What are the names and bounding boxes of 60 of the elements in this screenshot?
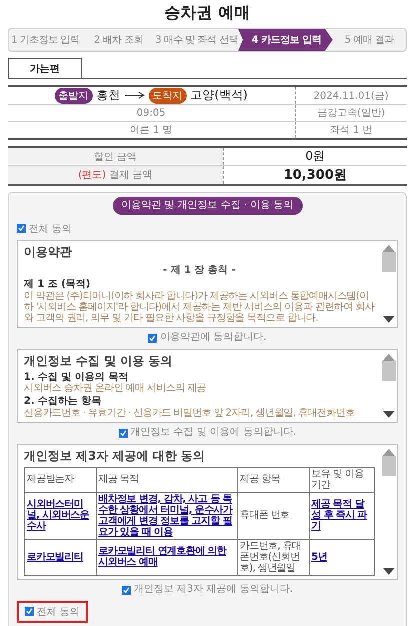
article-heading: 제 1 조 (목적)	[24, 279, 92, 290]
step-tab[interactable]: 1 기초정보 입력	[9, 29, 82, 51]
step-tab[interactable]: 2 배차 조회	[82, 29, 156, 51]
terms-paragraph: 이 약관은 (주)티머니(이하 회사라 합니다)가 제공하는 시외버스 통합예매시스템(이하 '시외버스 홈페이지'라 합니다)에서 제공하는 제반 서비스의 이용과 관련하여 회사와 고객의 권리, 의무 및 기타 필요한 사항을 규정함을 목적으로 합니다.	[24, 290, 375, 324]
table-cell: 카드번호, 휴대폰번호(신회번호), 생년월일	[238, 539, 309, 575]
table-header: 보유 및 이용기간	[309, 467, 374, 492]
table-link[interactable]: 시외버스터미널, 시외버스운수사	[24, 492, 96, 539]
price-label: (편도) 결제 금액	[8, 166, 224, 185]
checkbox-label[interactable]: 전체 동의	[17, 222, 72, 236]
highlighted-checkbox-label[interactable]: 전체 동의	[17, 600, 88, 622]
seat-cell: 좌석 1 번	[295, 122, 407, 139]
table-link[interactable]: 배차정보 변경, 감차, 사고 등 특수한 상황에서 터미널, 운수사가 고객에게 변경 정보를 고지할 필요가 있을 때 이용	[96, 492, 238, 539]
table-link[interactable]: 로카모빌리티 연계호환에 의한 시외버스 예매	[96, 539, 238, 575]
price-label: 할인 금액	[8, 147, 224, 166]
price-value: 10,300원	[223, 166, 407, 185]
terms-paragraph: 신용카드번호 · 유효기간 · 신용카드 비밀번호 앞 2자리, 생년월일, 휴대전화번호	[24, 408, 356, 418]
checkbox-label[interactable]: 개인정보 수집 및 이용에 동의합니다.	[118, 428, 296, 438]
scroll-down-icon[interactable]	[383, 410, 395, 418]
scroll-thumb[interactable]	[382, 456, 396, 476]
table-link[interactable]: 로카모빌리티	[24, 539, 96, 575]
scroll-down-icon[interactable]	[383, 316, 395, 322]
scroll-thumb[interactable]	[382, 360, 396, 380]
company-cell: 금강고속(일반)	[295, 104, 407, 122]
step-tab[interactable]: 5 예매 결과	[332, 29, 406, 51]
table-header: 제공 목적	[96, 467, 238, 492]
chapter-heading: - 제 1 장 총칙 -	[162, 264, 237, 277]
table-link[interactable]: 제공 목적 달성 후 즉시 파기	[309, 492, 374, 539]
table-header: 제공 항목	[238, 467, 309, 492]
checkbox[interactable]	[122, 586, 131, 594]
checkbox[interactable]	[25, 607, 34, 616]
step-tab[interactable]: 4 카드정보 입력	[238, 29, 333, 51]
agreement-title: 이용약관 및 개인정보 수집 · 이용 동의	[112, 197, 302, 215]
checkbox-label[interactable]: 개인정보 제3자 제공에 동의합니다.	[122, 585, 294, 595]
arrival-badge: 도착지	[148, 88, 187, 104]
price-value: 0원	[223, 147, 407, 166]
checkbox[interactable]	[118, 428, 128, 438]
table-link[interactable]: 5년	[309, 539, 374, 575]
article-heading: 1. 수집 및 이용의 목적	[24, 372, 130, 383]
checkbox[interactable]	[17, 224, 26, 233]
article-heading: 2. 수집하는 항목	[24, 396, 103, 408]
passenger-cell: 어른 1 명	[8, 122, 296, 139]
checkbox-label[interactable]: 이용약관에 동의합니다.	[148, 333, 267, 343]
scroll-thumb[interactable]	[382, 252, 396, 272]
page-title: 승차권 예매	[164, 2, 252, 24]
step-tab[interactable]: 3 매수 및 좌석 선택	[155, 29, 238, 51]
table-header: 제공받는자	[24, 467, 96, 492]
date-cell: 2024.11.01(금)	[295, 86, 407, 104]
section-heading: 개인정보 제3자 제공에 대한 동의	[24, 448, 206, 464]
table-cell: 휴대폰 번호	[238, 492, 309, 539]
departure-badge: 출발지	[54, 88, 93, 104]
section-heading: 이용약관	[24, 244, 73, 261]
checkbox[interactable]	[148, 334, 158, 342]
terms-paragraph: 시외버스 승차권 온라인 예매 서비스의 제공	[24, 383, 208, 394]
scroll-down-icon[interactable]	[383, 568, 395, 574]
time-cell: 09:05	[8, 104, 296, 122]
section-heading: 개인정보 수집 및 이용 동의	[24, 352, 174, 370]
direction-tab[interactable]: 가는편	[8, 58, 82, 78]
right-arrow-icon	[124, 92, 145, 99]
arrival-city: 고양(백석)	[190, 87, 248, 104]
departure-city: 홍천	[96, 87, 121, 104]
